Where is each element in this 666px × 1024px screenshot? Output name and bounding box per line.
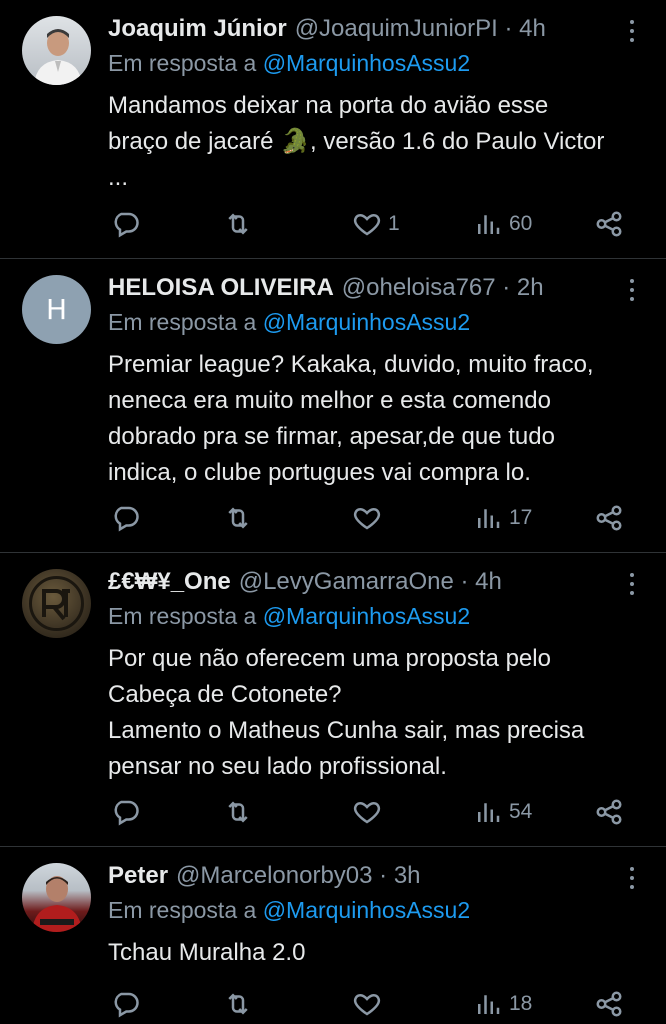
tweet-header: Peter @Marcelonorby03 · 3h: [108, 859, 421, 893]
share-button[interactable]: [594, 794, 624, 830]
reply-prefix: Em resposta a: [108, 897, 257, 923]
views-button[interactable]: 60: [473, 206, 532, 242]
action-bar: 18: [108, 986, 638, 1022]
avatar-photo: [34, 29, 82, 85]
reply-prefix: Em resposta a: [108, 50, 257, 76]
reply-icon: [114, 992, 139, 1018]
views-icon: [478, 995, 500, 1014]
views-icon: [478, 803, 500, 822]
author-handle[interactable]: @LevyGamarraOne · 4h: [239, 568, 502, 596]
avatar[interactable]: H: [22, 275, 91, 344]
views-button[interactable]: 17: [473, 500, 532, 536]
like-button[interactable]: [352, 500, 388, 536]
views-icon: [478, 509, 500, 528]
author-name[interactable]: £€₩¥_One: [108, 568, 231, 596]
share-button[interactable]: [594, 986, 624, 1022]
mention-link[interactable]: @MarquinhosAssu2: [263, 50, 470, 76]
mention-link[interactable]: @MarquinhosAssu2: [263, 897, 470, 923]
tweet[interactable]: H HELOISA OLIVEIRA @oheloisa767 · 2h Em …: [0, 259, 666, 553]
action-bar: 1 60: [108, 206, 638, 242]
reply-context: Em resposta a @MarquinhosAssu2: [108, 50, 470, 77]
avatar[interactable]: [22, 863, 91, 932]
views-button[interactable]: 18: [473, 986, 532, 1022]
more-icon[interactable]: [622, 573, 642, 601]
tweet[interactable]: £€₩¥_One @LevyGamarraOne · 4h Em respost…: [0, 553, 666, 847]
heart-icon: [353, 993, 381, 1016]
share-icon: [596, 991, 622, 1017]
like-count: 1: [388, 212, 400, 235]
heart-icon: [353, 507, 381, 530]
views-count: 54: [509, 800, 533, 823]
heart-icon: [353, 801, 381, 824]
tweet-text: Por que não oferecem uma proposta pelo C…: [108, 645, 585, 780]
like-button[interactable]: [352, 986, 388, 1022]
author-name[interactable]: Joaquim Júnior: [108, 15, 287, 43]
author-handle[interactable]: @oheloisa767 · 2h: [342, 274, 544, 302]
tweet-header: £€₩¥_One @LevyGamarraOne · 4h: [108, 565, 502, 599]
author-name[interactable]: Peter: [108, 862, 168, 890]
reply-button[interactable]: [110, 794, 146, 830]
avatar-letter: H: [45, 293, 68, 326]
tweet[interactable]: Joaquim Júnior @JoaquimJuniorPI · 4h Em …: [0, 0, 666, 259]
reply-icon: [114, 800, 139, 826]
share-button[interactable]: [594, 500, 624, 536]
tweet-text: Mandamos deixar na porta do avião esse b…: [108, 92, 605, 191]
share-icon: [596, 211, 622, 237]
share-icon: [596, 505, 622, 531]
reply-prefix: Em resposta a: [108, 309, 257, 335]
reply-button[interactable]: [110, 500, 146, 536]
retweet-button[interactable]: [223, 794, 259, 830]
avatar[interactable]: [22, 16, 91, 85]
tweet-header: Joaquim Júnior @JoaquimJuniorPI · 4h: [108, 12, 546, 46]
views-button[interactable]: 54: [473, 794, 532, 830]
views-count: 17: [509, 506, 533, 529]
like-button[interactable]: [352, 794, 388, 830]
share-button[interactable]: [594, 206, 624, 242]
tweet-text: Tchau Muralha 2.0: [108, 939, 306, 966]
action-bar: 17: [108, 500, 638, 536]
reply-button[interactable]: [110, 206, 146, 242]
tweet-text: Premiar league? Kakaka, duvido, muito fr…: [108, 351, 594, 486]
tweet-header: HELOISA OLIVEIRA @oheloisa767 · 2h: [108, 271, 544, 305]
like-button[interactable]: 1: [352, 206, 400, 242]
avatar[interactable]: [22, 569, 91, 638]
retweet-icon: [228, 213, 248, 235]
author-handle[interactable]: @JoaquimJuniorPI · 4h: [295, 15, 546, 43]
retweet-button[interactable]: [223, 986, 259, 1022]
mention-link[interactable]: @MarquinhosAssu2: [263, 603, 470, 629]
views-count: 18: [509, 992, 533, 1015]
reply-icon: [114, 212, 139, 238]
heart-icon: [353, 213, 381, 236]
views-icon: [478, 215, 500, 234]
retweet-icon: [228, 507, 248, 529]
reply-context: Em resposta a @MarquinhosAssu2: [108, 603, 470, 630]
more-icon[interactable]: [622, 279, 642, 307]
reply-button[interactable]: [110, 986, 146, 1022]
tweet[interactable]: Peter @Marcelonorby03 · 3h Em resposta a…: [0, 847, 666, 1024]
mention-link[interactable]: @MarquinhosAssu2: [263, 309, 470, 335]
club-crest-icon: [29, 576, 84, 631]
reply-context: Em resposta a @MarquinhosAssu2: [108, 309, 470, 336]
reply-prefix: Em resposta a: [108, 603, 257, 629]
share-icon: [596, 799, 622, 825]
retweet-icon: [228, 993, 248, 1015]
reply-context: Em resposta a @MarquinhosAssu2: [108, 897, 470, 924]
author-handle[interactable]: @Marcelonorby03 · 3h: [176, 862, 420, 890]
retweet-icon: [228, 801, 248, 823]
action-bar: 54: [108, 794, 638, 830]
retweet-button[interactable]: [223, 500, 259, 536]
views-count: 60: [509, 212, 533, 235]
retweet-button[interactable]: [223, 206, 259, 242]
avatar-photo: [32, 876, 82, 932]
reply-icon: [114, 506, 139, 532]
author-name[interactable]: HELOISA OLIVEIRA: [108, 274, 334, 302]
more-icon[interactable]: [622, 867, 642, 895]
more-icon[interactable]: [622, 20, 642, 48]
